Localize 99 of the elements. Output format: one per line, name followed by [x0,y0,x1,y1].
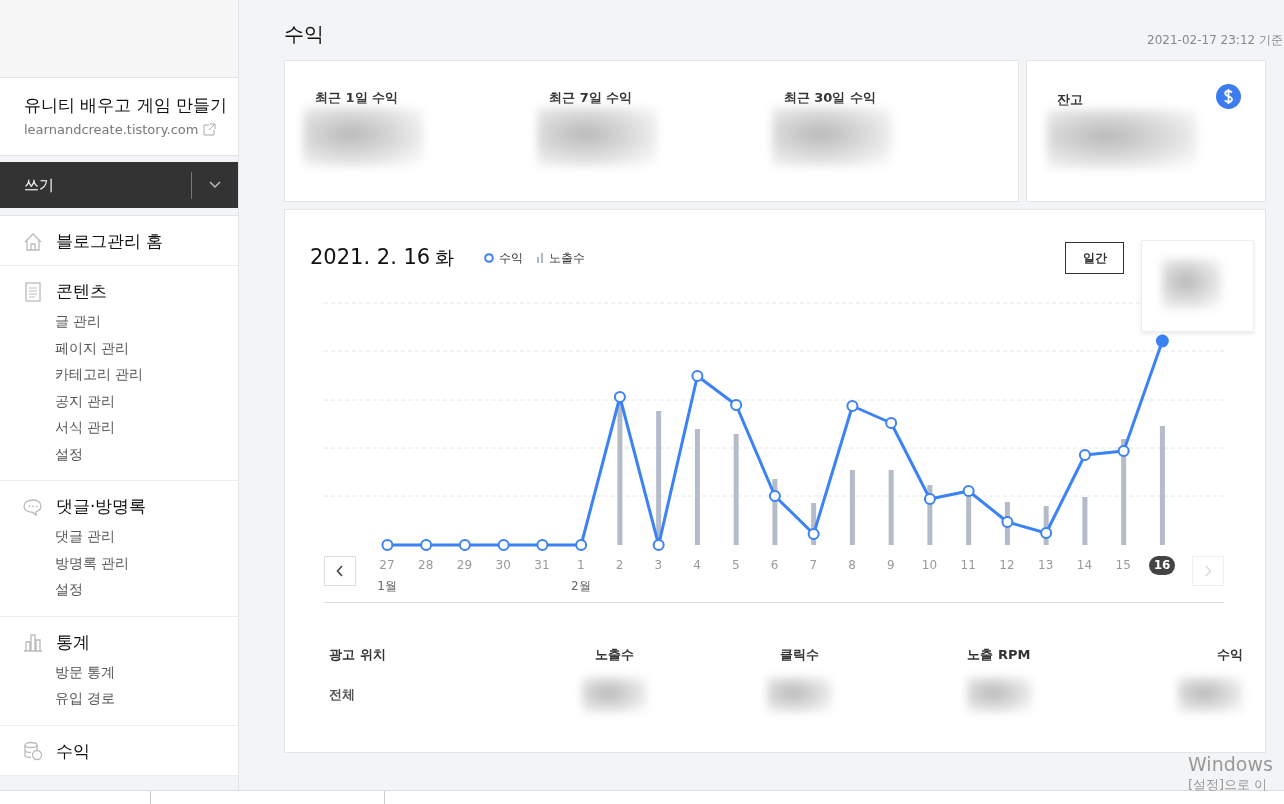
legend-label: 수익 [499,249,524,267]
day-label[interactable]: 9 [881,556,900,575]
revenue-point [691,370,704,382]
blurred-value [966,677,1032,713]
month-label: 2월 [570,578,591,595]
day-label[interactable]: 29 [451,556,478,575]
revenue-point [458,539,471,551]
revenue-point [497,539,510,551]
chart-date: 2021. 2. 16 [310,245,431,269]
day-label[interactable]: 10 [916,556,943,575]
coins-icon [22,740,44,762]
nav-item-link[interactable]: 댓글 관리 [55,526,116,547]
weekday-label: 화 [435,245,455,270]
column-header: 노출수 [594,646,634,664]
external-link-icon [203,123,217,136]
blurred-value [1162,259,1222,309]
blurred-value [581,677,647,713]
revenue-point [807,528,820,540]
document-icon [22,280,44,303]
day-label[interactable]: 13 [1033,556,1059,575]
timestamp: 2021-02-17 23:12 기준 [1147,32,1283,49]
month-label: 1월 [377,578,397,595]
nav-section-link[interactable]: 수익 [56,739,90,763]
revenue-point [536,539,549,551]
day-label[interactable]: 27 [374,556,400,575]
summary-label: 최근 7일 수익 [549,89,634,107]
nav-item-link[interactable]: 방문 통계 [55,661,116,682]
day-label[interactable]: 31 [529,556,555,575]
chevron-down-icon [209,181,221,189]
day-label[interactable]: 6 [765,556,784,575]
nav-item-link[interactable]: 설정 [55,579,83,600]
day-label[interactable]: 28 [413,556,439,575]
day-label[interactable]: 3 [649,556,668,575]
nav-item-link[interactable]: 설정 [55,443,83,464]
column-header: 노출 RPM [967,646,1031,664]
revenue-point [1117,445,1130,457]
nav-section-link[interactable]: 댓글·방명록 [56,495,147,518]
page-title: 수익 [284,21,324,48]
next-button[interactable] [1192,556,1224,586]
column-header: 광고 위치 [329,646,386,664]
day-label[interactable]: 16 [1148,556,1176,575]
nav-item-link[interactable]: 유입 경로 [55,688,116,709]
summary-label: 최근 1일 수익 [315,89,400,107]
day-label[interactable]: 4 [688,556,706,575]
day-label[interactable]: 11 [955,556,981,575]
nav-item-link[interactable]: 페이지 관리 [55,337,130,358]
day-label[interactable]: 15 [1110,556,1136,575]
chevron-right-icon [1204,565,1213,577]
nav-item-link[interactable]: 방명록 관리 [55,552,130,573]
chevron-left-icon [335,565,344,577]
table-cell: 전체 [329,686,355,704]
nav-section-link[interactable]: 콘텐츠 [56,280,107,303]
revenue-point [846,400,859,412]
revenue-point [381,539,394,551]
revenue-point [923,493,936,505]
nav-section-link[interactable]: 블로그관리 홈 [56,230,164,253]
revenue-point [613,391,626,403]
revenue-point [1001,516,1014,528]
period-tab[interactable]: 일간 [1065,242,1124,274]
dollar-icon [1216,84,1241,109]
bar-chart-icon [22,631,44,653]
day-label[interactable]: 30 [490,556,516,575]
revenue-point [1155,334,1169,348]
column-header: 수익 [1217,646,1243,664]
impressions-bar [1082,497,1088,545]
revenue-point [1078,449,1091,461]
day-label[interactable]: 7 [804,556,823,575]
nav-item-link[interactable]: 공지 관리 [55,390,116,411]
nav-item-link[interactable]: 서식 관리 [55,417,116,438]
circle-marker-icon [484,253,495,263]
nav-item-link[interactable]: 글 관리 [55,311,102,332]
nav-item-link[interactable]: 카테고리 관리 [55,364,144,385]
revenue-point [730,399,743,411]
activation-notice: Windows [1188,752,1273,776]
summary-label: 최근 30일 수익 [783,89,877,107]
revenue-point [768,490,781,502]
revenue-point [885,417,898,429]
column-header: 클릭수 [779,646,819,664]
previous-button[interactable] [324,556,356,586]
revenue-point [575,539,588,551]
nav-section-link[interactable]: 통계 [56,630,90,654]
day-label[interactable]: 5 [726,556,745,575]
day-label[interactable]: 1 [571,556,590,575]
bar-marker-icon [537,253,545,263]
blog-title: 유니티 배우고 게임 만들기 [24,94,229,117]
balance-label: 잔고 [1057,92,1083,107]
activation-notice: [설정]으로 이 [1188,776,1269,794]
day-label[interactable]: 2 [610,556,629,575]
blurred-value [766,677,832,713]
revenue-point [962,485,975,497]
day-label[interactable]: 14 [1071,556,1098,575]
revenue-point [420,539,433,551]
legend-label: 노출수 [549,249,586,267]
day-label[interactable]: 8 [843,556,861,575]
revenue-point [652,539,665,551]
blurred-value [1178,677,1243,713]
blog-url-link[interactable]: learnandcreate.tistory.com [24,122,199,137]
revenue-point [1040,527,1053,539]
day-label[interactable]: 12 [994,556,1020,575]
